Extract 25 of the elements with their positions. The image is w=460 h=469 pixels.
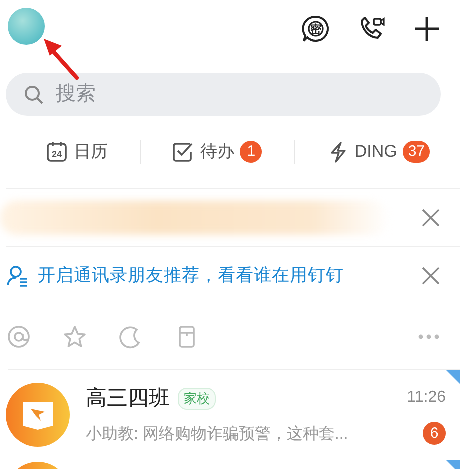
star-icon[interactable] — [63, 324, 87, 348]
group-tag: 家校 — [178, 388, 216, 410]
count-badge: 1 — [240, 141, 262, 163]
calendar-icon: 24 — [46, 141, 68, 163]
shortcut-label[interactable]: 日历 — [74, 139, 108, 165]
moon-icon[interactable] — [119, 324, 143, 348]
mention-icon[interactable] — [7, 324, 31, 348]
add-icon[interactable] — [413, 15, 441, 43]
avatar[interactable] — [8, 8, 45, 45]
annotation-arrow — [44, 39, 79, 80]
close-icon[interactable] — [422, 208, 440, 226]
search-icon — [24, 85, 44, 105]
shortcut-label[interactable]: DING — [354, 139, 398, 165]
search-field[interactable]: 搜索 — [6, 73, 441, 116]
shortcut-label[interactable]: 待办 — [200, 139, 234, 165]
secret-chat-icon[interactable]: 密 — [301, 14, 331, 44]
count-badge: 37 — [403, 141, 430, 163]
checkbox-icon — [172, 141, 194, 163]
chat-title[interactable]: 高三四班 — [86, 383, 170, 415]
unread-badge: 6 — [423, 422, 446, 444]
close-icon[interactable] — [422, 266, 440, 284]
message-time: 11:26 — [407, 388, 446, 408]
contacts-banner-text[interactable]: 开启通讯录朋友推荐，看看谁在用钉钉 — [38, 262, 344, 289]
more-icon[interactable] — [418, 334, 440, 340]
contacts-icon — [6, 264, 30, 288]
